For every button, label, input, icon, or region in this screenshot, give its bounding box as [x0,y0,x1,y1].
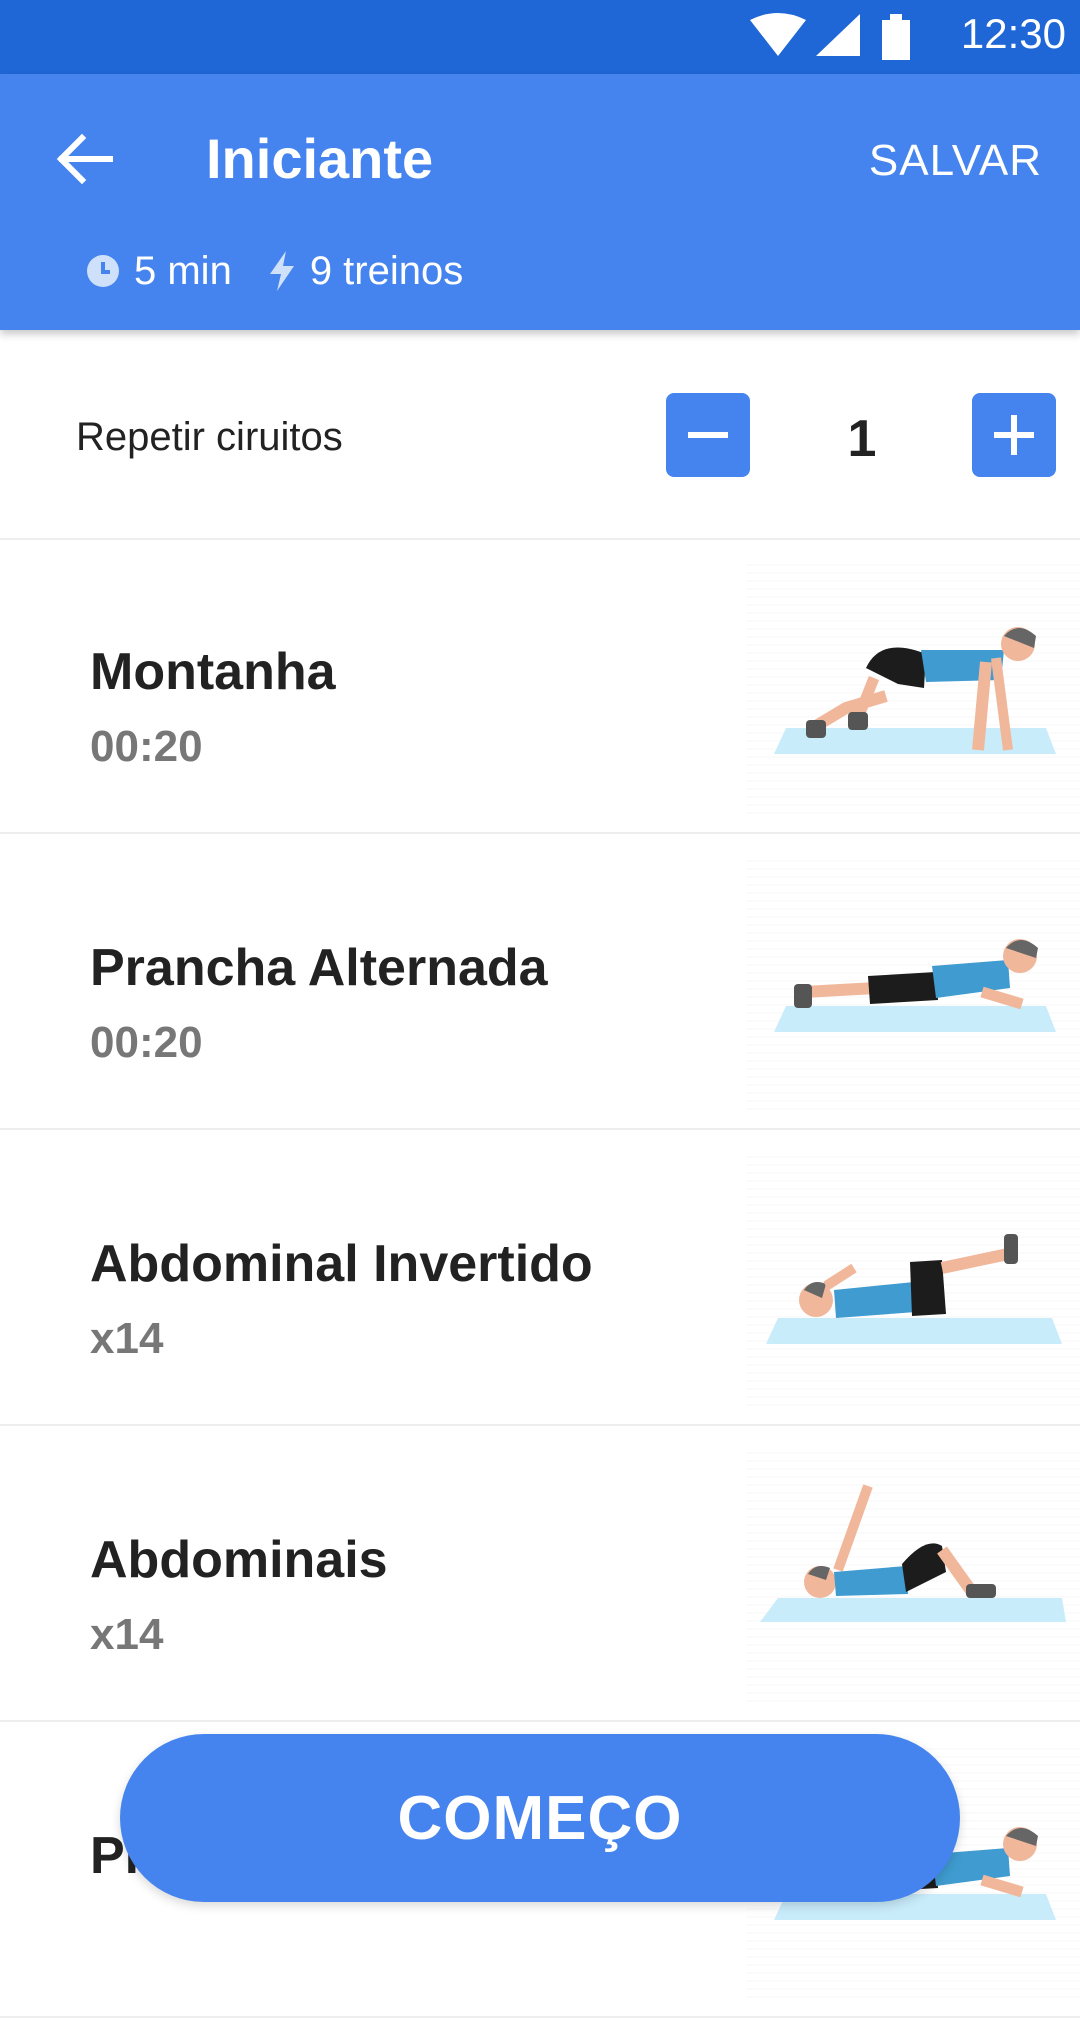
reverse-crunch-illustration [746,1150,1080,1406]
workout-meta: 5 min 9 treinos [86,246,463,296]
app-bar: Iniciante SALVAR 5 min 9 treinos [0,74,1080,330]
page-title: Iniciante [206,127,434,190]
mountain-climber-illustration [746,558,1080,814]
exercise-reps: x14 [90,1314,164,1363]
clock-icon [87,255,119,287]
exercise-item[interactable]: Abdominal Invertido x14 [0,1130,1080,1426]
start-button[interactable]: COMEÇO [120,1734,960,1902]
plank-illustration [746,854,1080,1110]
exercise-reps: x14 [90,1610,164,1659]
status-bar: 12:30 [0,0,1080,74]
exercise-duration: 00:20 [90,722,203,771]
repeat-count: 1 [847,410,877,468]
exercise-item[interactable]: Montanha 00:20 [0,538,1080,834]
status-time: 12:30 [960,10,1066,57]
duration-text: 5 min [134,248,232,293]
exercise-item[interactable]: Prancha Alternada 00:20 [0,834,1080,1130]
increment-button[interactable] [972,393,1056,477]
exercise-name: Montanha [90,643,336,701]
status-icons [750,13,910,60]
wifi-icon [750,13,806,56]
lightning-icon [269,251,294,291]
exercise-duration: 00:20 [90,1018,203,1067]
signal-icon [816,14,860,56]
arrow-left-icon [56,133,113,185]
repeat-circuits-row: Repetir ciruitos 1 [0,330,1080,540]
plus-icon [994,415,1034,455]
battery-icon [882,14,910,60]
exercise-name: Abdominal Invertido [90,1235,593,1293]
repeat-label: Repetir ciruitos [76,415,343,459]
duration-info: 5 min [86,249,232,294]
exercise-name: Abdominais [90,1531,388,1589]
decrement-button[interactable] [666,393,750,477]
crunch-illustration [746,1446,1080,1702]
back-button[interactable] [52,126,118,192]
workouts-info: 9 treinos [268,249,463,294]
exercise-item[interactable]: Abdominais x14 [0,1426,1080,1722]
minus-icon [688,432,728,438]
workouts-text: 9 treinos [309,248,464,293]
exercise-name: Prancha Alternada [90,939,548,997]
save-button[interactable]: SALVAR [869,136,1042,186]
